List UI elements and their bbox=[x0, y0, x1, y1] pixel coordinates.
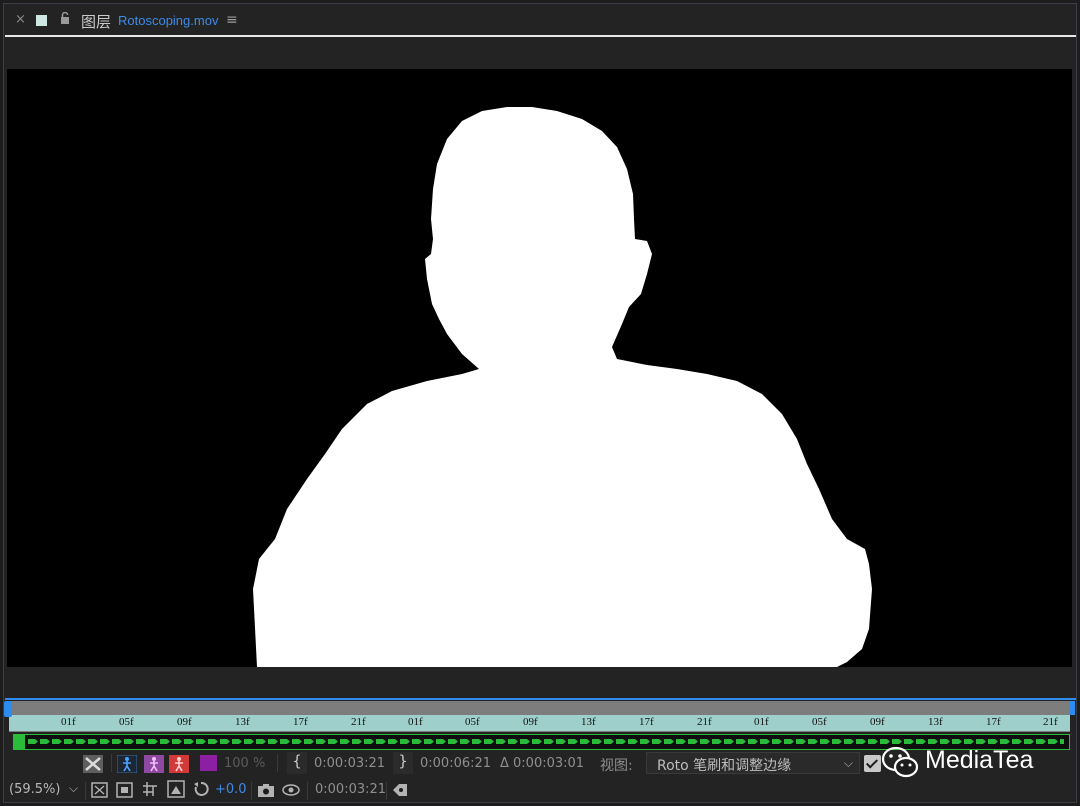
zoom-level[interactable]: (59.5%) bbox=[9, 782, 60, 797]
current-time-indicator[interactable] bbox=[4, 701, 12, 717]
tick-label: 17f bbox=[293, 716, 308, 728]
panel-tab-bar: × 图层 Rotoscoping.mov ≡ bbox=[4, 4, 1076, 34]
tick-label: 13f bbox=[581, 716, 596, 728]
time-ruler[interactable]: 01f 05f 09f 13f 17f 21f 01f 05f 09f 13f … bbox=[4, 701, 1075, 732]
alpha-matte-silhouette bbox=[253, 107, 872, 667]
work-span-band bbox=[9, 715, 1070, 731]
opacity-value[interactable]: 100 % bbox=[224, 756, 265, 771]
chevron-down-icon: ⌵ bbox=[843, 756, 853, 770]
divider bbox=[277, 754, 278, 772]
panel-color-swatch-icon[interactable] bbox=[36, 15, 47, 26]
tick-label: 21f bbox=[1043, 716, 1058, 728]
person-red-icon[interactable] bbox=[169, 755, 189, 773]
tick-label: 17f bbox=[639, 716, 654, 728]
tick-label: 01f bbox=[408, 716, 423, 728]
tick-label: 21f bbox=[697, 716, 712, 728]
grid-guides-icon[interactable] bbox=[141, 780, 159, 798]
bracket-right-icon[interactable]: } bbox=[393, 752, 413, 774]
divider bbox=[251, 782, 252, 800]
watermark-text: MediaTea bbox=[925, 746, 1034, 774]
tick-label: 09f bbox=[870, 716, 885, 728]
person-refine-icon[interactable] bbox=[144, 755, 164, 773]
render-checkbox[interactable] bbox=[864, 755, 881, 772]
tick-label: 09f bbox=[523, 716, 538, 728]
panel-menu-icon[interactable]: ≡ bbox=[226, 12, 238, 28]
zoom-chevron-icon[interactable]: ⌵ bbox=[69, 781, 78, 796]
show-snapshot-icon[interactable] bbox=[281, 780, 301, 798]
person-brush-icon[interactable] bbox=[117, 755, 137, 773]
layer-flowchart-icon[interactable] bbox=[391, 781, 409, 799]
tick-label: 05f bbox=[812, 716, 827, 728]
resolution-icon[interactable] bbox=[91, 781, 108, 799]
tick-label: 13f bbox=[928, 716, 943, 728]
checkerboard-x-icon[interactable] bbox=[83, 755, 103, 773]
view-label: 视图: bbox=[600, 758, 633, 774]
view-dropdown[interactable]: Roto 笔刷和调整边缘 ⌵ bbox=[646, 752, 860, 774]
ruler-end-marker[interactable] bbox=[1070, 701, 1075, 715]
wechat-logo-icon bbox=[881, 746, 919, 778]
watermark: MediaTea bbox=[880, 738, 1070, 786]
divider bbox=[111, 754, 112, 772]
divider bbox=[85, 782, 86, 800]
mask-visibility-icon[interactable] bbox=[167, 780, 185, 798]
in-point-time[interactable]: 0:00:03:21 bbox=[314, 756, 385, 771]
tick-label: 17f bbox=[986, 716, 1001, 728]
view-dropdown-value: Roto 笔刷和调整边缘 bbox=[657, 758, 792, 774]
tick-label: 09f bbox=[177, 716, 192, 728]
region-of-interest-icon[interactable] bbox=[116, 781, 133, 799]
reset-exposure-icon[interactable] bbox=[193, 780, 209, 798]
bracket-left-icon[interactable]: { bbox=[287, 752, 307, 774]
tick-label: 21f bbox=[351, 716, 366, 728]
out-point-time[interactable]: 0:00:06:21 bbox=[420, 756, 491, 771]
camera-icon[interactable] bbox=[257, 781, 275, 799]
active-tab-underline bbox=[5, 35, 1076, 37]
layer-filename[interactable]: Rotoscoping.mov bbox=[118, 13, 218, 28]
divider bbox=[307, 782, 308, 800]
tick-label: 05f bbox=[119, 716, 134, 728]
tick-label: 13f bbox=[235, 716, 250, 728]
panel-title[interactable]: 图层 bbox=[81, 11, 111, 32]
layer-canvas[interactable] bbox=[7, 69, 1072, 667]
tick-label: 01f bbox=[61, 716, 76, 728]
base-frame-marker[interactable] bbox=[14, 735, 25, 749]
magenta-swatch-icon[interactable] bbox=[200, 755, 217, 771]
current-timecode[interactable]: 0:00:03:21 bbox=[315, 782, 386, 797]
duration-value: Δ 0:00:03:01 bbox=[500, 756, 585, 771]
time-navigator-line bbox=[5, 698, 1076, 700]
close-icon[interactable]: × bbox=[15, 12, 26, 27]
lock-icon[interactable] bbox=[60, 12, 70, 25]
tick-label: 05f bbox=[465, 716, 480, 728]
exposure-value[interactable]: +0.0 bbox=[215, 782, 247, 797]
tick-label: 01f bbox=[754, 716, 769, 728]
divider bbox=[386, 782, 387, 800]
